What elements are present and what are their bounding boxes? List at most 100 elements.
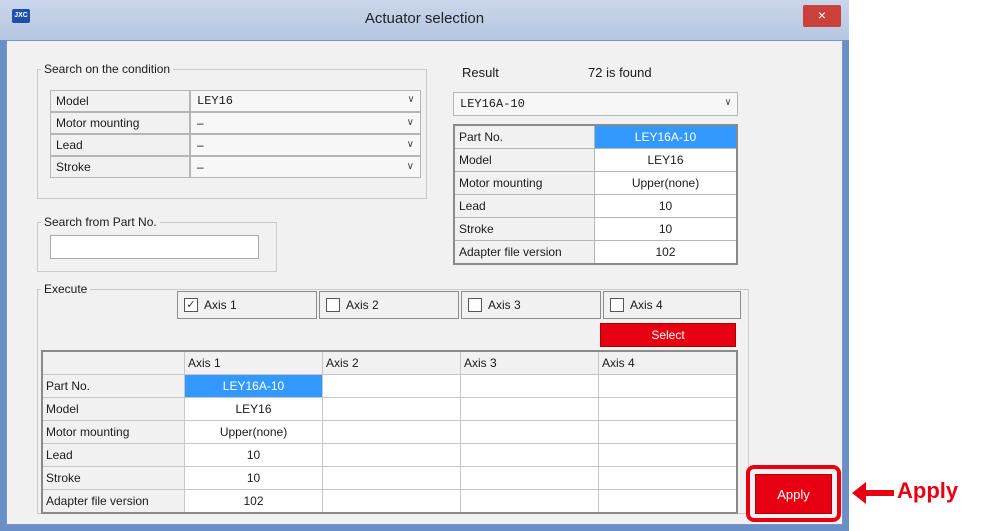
table-row[interactable]: Model LEY16: [41, 397, 738, 421]
grid-corner: [41, 350, 185, 375]
grid-cell[interactable]: [460, 466, 599, 490]
grid-header-axis-2: Axis 2: [322, 350, 461, 375]
search-row-model: Model LEY16 ∨: [50, 90, 421, 112]
result-row-value: Upper(none): [594, 171, 738, 195]
grid-cell[interactable]: [598, 466, 738, 490]
grid-cell[interactable]: [598, 443, 738, 467]
search-row-stroke: Stroke – ∨: [50, 156, 421, 178]
table-row[interactable]: Stroke 10: [41, 466, 738, 490]
grid-header-row: Axis 1 Axis 2 Axis 3 Axis 4: [41, 350, 738, 375]
search-condition-label: Search on the condition: [41, 62, 174, 76]
axis-1-checkbox[interactable]: ✓ Axis 1: [177, 291, 317, 319]
grid-row-label: Part No.: [41, 374, 185, 398]
result-row: Adapter file version 102: [453, 240, 738, 265]
result-row-value: 102: [594, 240, 738, 265]
result-row-label: Lead: [453, 194, 595, 218]
left-arrow-icon: [852, 482, 894, 504]
axis-3-label: Axis 3: [488, 298, 521, 312]
grid-cell[interactable]: [598, 374, 738, 398]
grid-row-label: Motor mounting: [41, 420, 185, 444]
grid-cell[interactable]: [322, 420, 461, 444]
search-lead-label: Lead: [50, 134, 190, 156]
axis-3-checkbox[interactable]: Axis 3: [461, 291, 601, 319]
result-row: Part No. LEY16A-10: [453, 124, 738, 149]
motor-mounting-dropdown[interactable]: – ∨: [190, 112, 421, 134]
result-count: 72 is found: [588, 65, 652, 80]
search-row-motor: Motor mounting – ∨: [50, 112, 421, 134]
result-row: Motor mounting Upper(none): [453, 171, 738, 195]
result-row: Model LEY16: [453, 148, 738, 172]
grid-cell[interactable]: [598, 420, 738, 444]
grid-cell[interactable]: [460, 489, 599, 514]
dialog-client-area: Search on the condition Model LEY16 ∨ Mot…: [6, 40, 843, 525]
title-bar[interactable]: JXC Actuator selection ×: [0, 0, 849, 40]
search-model-label: Model: [50, 90, 190, 112]
grid-cell[interactable]: LEY16: [184, 397, 323, 421]
grid-cell[interactable]: [460, 443, 599, 467]
apply-annotation: Apply: [897, 478, 959, 503]
grid-cell[interactable]: [322, 397, 461, 421]
axis-4-checkbox[interactable]: Axis 4: [603, 291, 741, 319]
axis-2-label: Axis 2: [346, 298, 379, 312]
close-button[interactable]: ×: [803, 5, 841, 27]
apply-button[interactable]: Apply: [755, 474, 832, 514]
table-row[interactable]: Part No. LEY16A-10: [41, 374, 738, 398]
search-stroke-label: Stroke: [50, 156, 190, 178]
grid-cell[interactable]: [460, 420, 599, 444]
grid-cell[interactable]: 10: [184, 443, 323, 467]
grid-header-axis-4: Axis 4: [598, 350, 738, 375]
table-row[interactable]: Adapter file version 102: [41, 489, 738, 514]
grid-cell[interactable]: LEY16A-10: [184, 374, 323, 398]
grid-cell[interactable]: [322, 466, 461, 490]
grid-cell[interactable]: Upper(none): [184, 420, 323, 444]
grid-row-label: Stroke: [41, 466, 185, 490]
model-dropdown[interactable]: LEY16 ∨: [190, 90, 421, 112]
chevron-down-icon: ∨: [406, 139, 414, 150]
grid-cell[interactable]: [460, 397, 599, 421]
stroke-value: –: [197, 160, 204, 174]
grid-row-label: Model: [41, 397, 185, 421]
grid-cell[interactable]: [322, 489, 461, 514]
grid-cell[interactable]: [598, 397, 738, 421]
grid-cell[interactable]: [322, 374, 461, 398]
select-button[interactable]: Select: [600, 323, 736, 347]
close-icon: ×: [817, 7, 827, 23]
grid-header-axis-3: Axis 3: [460, 350, 599, 375]
actuator-selection-window: JXC Actuator selection × Search on the c…: [0, 0, 849, 531]
result-row-value: 10: [594, 217, 738, 241]
axis-2-checkbox[interactable]: Axis 2: [319, 291, 459, 319]
grid-cell[interactable]: 10: [184, 466, 323, 490]
grid-cell[interactable]: [598, 489, 738, 514]
result-row-label: Model: [453, 148, 595, 172]
result-row-value: LEY16A-10: [594, 124, 738, 149]
result-row-label: Motor mounting: [453, 171, 595, 195]
checkbox-icon: ✓: [184, 297, 198, 312]
grid-header-axis-1: Axis 1: [184, 350, 323, 375]
window-title: Actuator selection: [364, 10, 485, 27]
result-row: Lead 10: [453, 194, 738, 218]
lead-value: –: [197, 138, 204, 152]
table-row[interactable]: Motor mounting Upper(none): [41, 420, 738, 444]
axis-1-label: Axis 1: [204, 298, 237, 312]
table-row[interactable]: Lead 10: [41, 443, 738, 467]
result-dropdown[interactable]: LEY16A-10 ∨: [453, 92, 738, 116]
stroke-dropdown[interactable]: – ∨: [190, 156, 421, 178]
lead-dropdown[interactable]: – ∨: [190, 134, 421, 156]
execute-label: Execute: [41, 282, 91, 296]
grid-row-label: Lead: [41, 443, 185, 467]
grid-cell[interactable]: [322, 443, 461, 467]
result-row: Stroke 10: [453, 217, 738, 241]
partno-search-input[interactable]: [50, 235, 259, 259]
result-row-value: 10: [594, 194, 738, 218]
result-label: Result: [462, 65, 499, 80]
chevron-down-icon: ∨: [406, 161, 414, 172]
result-row-label: Stroke: [453, 217, 595, 241]
grid-cell[interactable]: [460, 374, 599, 398]
chevron-down-icon: ∨: [407, 95, 414, 106]
checkbox-icon: [610, 297, 624, 312]
search-motor-label: Motor mounting: [50, 112, 190, 134]
axis-4-label: Axis 4: [630, 298, 663, 312]
grid-cell[interactable]: 102: [184, 489, 323, 514]
search-row-lead: Lead – ∨: [50, 134, 421, 156]
checkbox-icon: [468, 297, 482, 312]
